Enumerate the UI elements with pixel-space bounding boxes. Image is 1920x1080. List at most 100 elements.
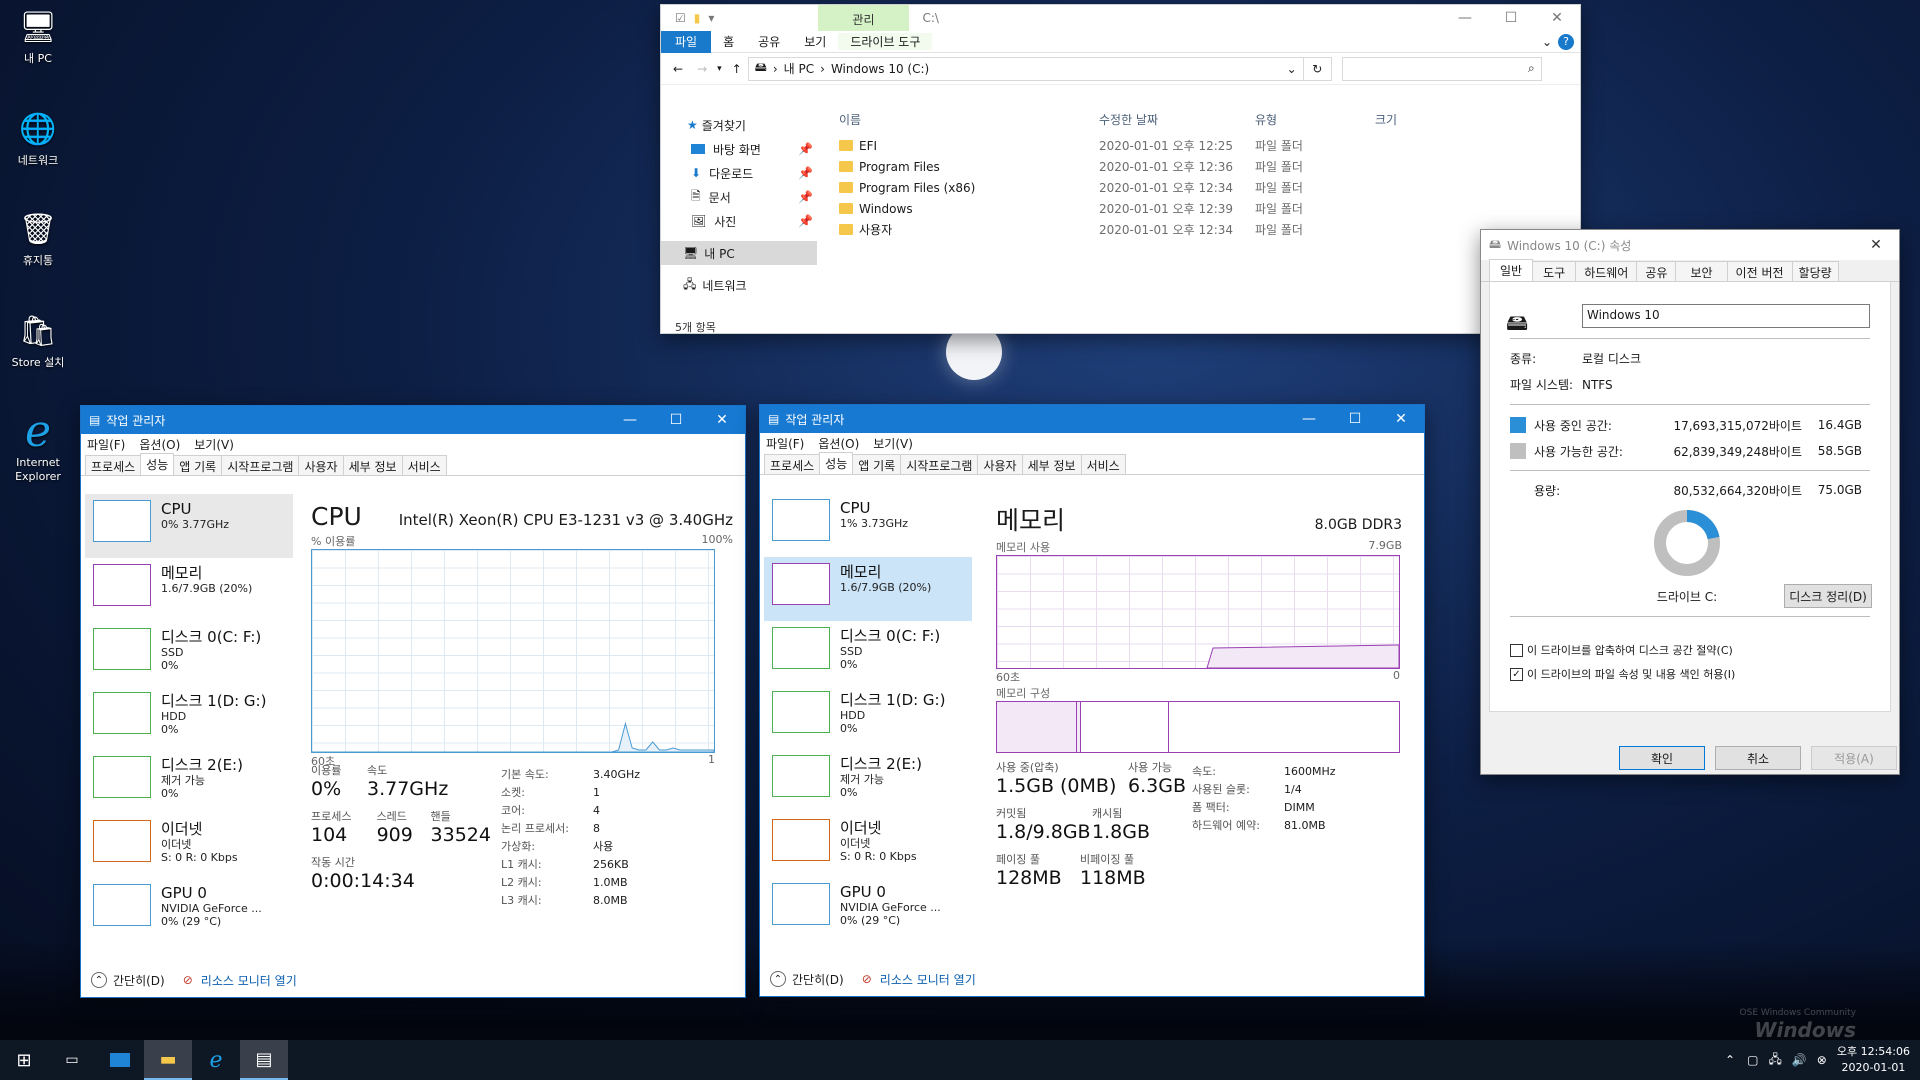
ribbon-tab-share[interactable]: 공유 [746,33,792,50]
address-bar[interactable]: 🖴 › 내 PC › Windows 10 (C:) ⌄ [747,56,1304,81]
taskbar-internet-explorer[interactable]: e [192,1040,240,1080]
fewer-details-link[interactable]: 간단히(D) [113,972,165,989]
tab-services[interactable]: 서비스 [401,455,447,475]
tab-app-history[interactable]: 앱 기록 [852,454,902,474]
tab-general[interactable]: 일반 [1489,259,1534,281]
ribbon-expand-icon[interactable]: ⌄ [1536,35,1558,49]
start-button[interactable]: ⊞ [0,1040,48,1080]
taskbar-file-explorer[interactable]: ▬ [144,1040,192,1080]
refresh-button[interactable]: ↻ [1303,56,1332,81]
sidebar-item-gpu[interactable]: GPU 0 NVIDIA GeForce ... 0% (29 °C) [85,878,293,942]
menu-options[interactable]: 옵션(O) [139,436,180,453]
desktop-icon-network[interactable]: 🌐 네트워크 [6,110,70,168]
sidebar-item-memory[interactable]: 메모리 1.6/7.9GB (20%) [85,558,293,622]
sidebar-item-cpu[interactable]: CPU 0% 3.77GHz [85,494,293,558]
file-row[interactable]: Windows 2020-01-01 오후 12:39 파일 폴더 [835,198,1575,219]
breadcrumb-drive[interactable]: Windows 10 (C:) [831,62,1287,76]
task-view-button[interactable]: ▭ [48,1040,96,1080]
index-option[interactable]: ✓ 이 드라이브의 파일 속성 및 내용 색인 허용(I) [1510,666,1735,682]
search-input[interactable]: ⌕ [1341,56,1542,81]
tab-hardware[interactable]: 하드웨어 [1575,261,1638,281]
menu-view[interactable]: 보기(V) [873,435,913,452]
col-date[interactable]: 수정한 날짜 [1095,111,1251,128]
desktop-icon-recycle-bin[interactable]: 🗑 휴지통 [6,210,70,268]
tab-users[interactable]: 사용자 [977,454,1023,474]
file-row[interactable]: 사용자 2020-01-01 오후 12:34 파일 폴더 [835,219,1575,240]
close-button[interactable]: ✕ [1534,4,1580,32]
apply-button[interactable]: 적용(A) [1811,746,1897,770]
file-row[interactable]: Program Files 2020-01-01 오후 12:36 파일 폴더 [835,156,1575,177]
compress-checkbox[interactable] [1510,643,1523,657]
tab-details[interactable]: 세부 정보 [1021,454,1082,474]
minimize-button[interactable]: — [607,406,653,434]
breadcrumb-this-pc[interactable]: 내 PC [784,60,814,77]
qat-dropdown-icon[interactable]: ▾ [708,11,714,25]
minimize-button[interactable]: — [1442,4,1488,32]
sidebar-item-memory[interactable]: 메모리 1.6/7.9GB (20%) [764,557,972,621]
sidebar-item-disk0[interactable]: 디스크 0(C: F:) SSD 0% [85,622,293,686]
tab-app-history[interactable]: 앱 기록 [173,455,223,475]
menu-view[interactable]: 보기(V) [194,436,234,453]
tab-processes[interactable]: 프로세스 [85,455,142,475]
maximize-button[interactable]: ☐ [1488,4,1534,32]
desktop-icon-ie[interactable]: e Internet Explorer [6,410,70,484]
file-row[interactable]: EFI 2020-01-01 오후 12:25 파일 폴더 [835,135,1575,156]
resource-monitor-link[interactable]: 리소스 모니터 열기 [880,971,976,988]
qat-properties-icon[interactable]: ☑ [675,11,686,25]
taskbar-task-manager[interactable]: ▤ [240,1040,288,1080]
maximize-button[interactable]: ☐ [653,406,699,434]
sidebar-item-disk2[interactable]: 디스크 2(E:) 제거 가능 0% [85,750,293,814]
col-size[interactable]: 크기 [1371,111,1451,128]
address-dropdown-icon[interactable]: ⌄ [1287,62,1297,76]
menu-file[interactable]: 파일(F) [87,436,125,453]
col-name[interactable]: 이름 [835,111,1095,128]
tab-startup[interactable]: 시작프로그램 [900,454,979,474]
tab-security[interactable]: 보안 [1675,261,1728,281]
tab-details[interactable]: 세부 정보 [342,455,403,475]
sidebar-item-gpu[interactable]: GPU 0 NVIDIA GeForce ... 0% (29 °C) [764,877,972,941]
collapse-icon[interactable]: ⌃ [770,971,786,987]
network-tray-icon[interactable]: 🖧 [1768,1050,1781,1071]
nav-pictures[interactable]: 🖼 사진 📌 [661,209,817,233]
menu-file[interactable]: 파일(F) [766,435,804,452]
clock[interactable]: 오후 12:54:06 2020-01-01 [1837,1044,1910,1076]
tab-users[interactable]: 사용자 [298,455,344,475]
ok-button[interactable]: 확인 [1619,746,1705,770]
notification-icon[interactable]: ⊗ [1817,1053,1827,1067]
disk-cleanup-button[interactable]: 디스크 정리(D) [1784,584,1872,608]
tab-sharing[interactable]: 공유 [1636,261,1677,281]
collapse-icon[interactable]: ⌃ [91,972,107,988]
desktop-icon-this-pc[interactable]: 🖥 내 PC [6,8,70,66]
volume-icon[interactable]: 🔊 [1792,1053,1807,1067]
up-icon[interactable]: ↑ [732,62,742,76]
show-hidden-icons[interactable]: ⌃ [1725,1053,1735,1067]
tab-processes[interactable]: 프로세스 [764,454,821,474]
fewer-details-link[interactable]: 간단히(D) [792,971,844,988]
resource-monitor-link[interactable]: 리소스 모니터 열기 [201,972,297,989]
desktop-icon-store[interactable]: 🛍 Store 설치 [6,312,70,370]
tab-startup[interactable]: 시작프로그램 [221,455,300,475]
file-row[interactable]: Program Files (x86) 2020-01-01 오후 12:34 파일… [835,177,1575,198]
manage-contextual-tab[interactable]: 관리 [818,5,909,31]
tab-tools[interactable]: 도구 [1532,261,1577,281]
nav-this-pc[interactable]: 🖥 내 PC [661,241,817,265]
nav-desktop[interactable]: 바탕 화면 📌 [661,137,817,161]
tab-performance[interactable]: 성능 [140,453,175,475]
ribbon-tab-file[interactable]: 파일 [661,30,712,53]
drive-label-input[interactable]: Windows 10 [1582,304,1870,328]
nav-downloads[interactable]: ⬇ 다운로드 📌 [661,161,817,185]
sidebar-item-disk1[interactable]: 디스크 1(D: G:) HDD 0% [764,685,972,749]
sidebar-item-ethernet[interactable]: 이더넷 이더넷 S: 0 R: 0 Kbps [764,813,972,877]
nav-documents[interactable]: 🗎 문서 📌 [661,185,817,209]
sidebar-item-disk0[interactable]: 디스크 0(C: F:) SSD 0% [764,621,972,685]
cancel-button[interactable]: 취소 [1715,746,1801,770]
maximize-button[interactable]: ☐ [1332,405,1378,433]
tab-services[interactable]: 서비스 [1080,454,1126,474]
help-icon[interactable]: ? [1558,33,1574,50]
close-button[interactable]: ✕ [1378,405,1424,433]
recent-dropdown-icon[interactable]: ▾ [717,64,722,74]
action-center-icon[interactable]: ▢ [1747,1053,1758,1067]
nav-network[interactable]: 🖧 네트워크 [661,273,817,297]
ribbon-tab-home[interactable]: 홈 [711,33,746,50]
col-type[interactable]: 유형 [1251,111,1371,128]
